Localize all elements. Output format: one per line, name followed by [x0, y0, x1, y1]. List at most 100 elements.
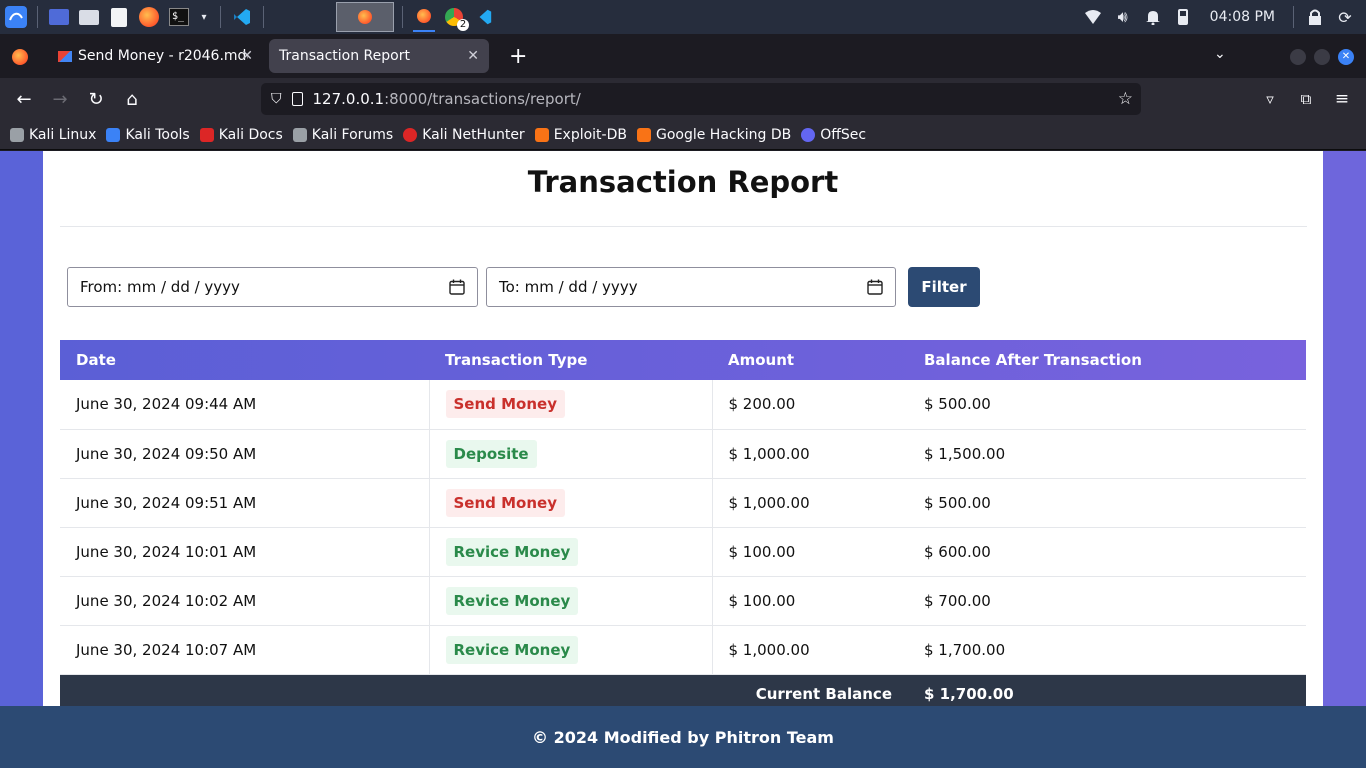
vscode-running-icon[interactable]	[473, 6, 495, 28]
cell-type: Revice Money	[429, 625, 713, 675]
url-path: :8000/transactions/report/	[384, 90, 581, 108]
firefox-running-icon[interactable]	[413, 2, 435, 32]
taskbar-separator	[220, 6, 221, 28]
bookmark-label: Kali NetHunter	[422, 126, 525, 143]
cell-date: June 30, 2024 09:51 AM	[60, 478, 430, 528]
bookmark-kali-nethunter[interactable]: Kali NetHunter	[403, 126, 525, 143]
calendar-icon[interactable]	[867, 279, 883, 295]
to-date-input[interactable]: To: mm / dd / yyyy	[486, 267, 896, 307]
filter-button[interactable]: Filter	[908, 267, 980, 307]
firefox-view-icon[interactable]	[12, 49, 28, 65]
vscode-icon[interactable]	[231, 6, 253, 28]
bookmark-kali-docs[interactable]: Kali Docs	[199, 127, 283, 143]
reload-button[interactable]: ↻	[78, 83, 114, 115]
chevron-down-icon[interactable]: ▾	[198, 6, 210, 28]
kali-docs-icon	[199, 127, 214, 142]
taskbar-separator	[1293, 6, 1294, 28]
battery-icon[interactable]	[1172, 6, 1194, 28]
table-row: June 30, 2024 09:51 AM Send Money $ 1,00…	[60, 478, 1306, 528]
bookmark-kali-tools[interactable]: Kali Tools	[106, 127, 190, 143]
cell-balance: $ 1,500.00	[908, 429, 1306, 479]
table-row: June 30, 2024 10:02 AM Revice Money $ 10…	[60, 576, 1306, 626]
table-row: June 30, 2024 09:50 AM Deposite $ 1,000.…	[60, 429, 1306, 479]
column-header-type: Transaction Type	[445, 351, 588, 369]
lock-icon[interactable]	[1304, 6, 1326, 28]
bookmark-kali-linux[interactable]: Kali Linux	[10, 127, 96, 143]
bookmark-label: Google Hacking DB	[655, 126, 792, 143]
browser-tab-strip: Send Money - r2046.md@ ✕ Transaction Rep…	[0, 34, 1366, 78]
notification-bell-icon[interactable]	[1142, 6, 1164, 28]
cell-amount: $ 100.00	[712, 527, 908, 577]
menu-icon[interactable]: ≡	[1324, 83, 1360, 115]
tab-label: Transaction Report	[279, 48, 410, 64]
kali-menu-icon[interactable]	[5, 6, 27, 28]
bookmark-offsec[interactable]: OffSec	[801, 127, 866, 143]
volume-icon[interactable]: 🔊︎	[1112, 6, 1134, 28]
files-icon[interactable]	[78, 6, 100, 28]
back-button[interactable]: ←	[6, 83, 42, 115]
close-window-button[interactable]: ✕	[1338, 49, 1354, 65]
to-date-text: To: mm / dd / yyyy	[499, 278, 638, 296]
report-card: Transaction Report From: mm / dd / yyyy …	[43, 151, 1323, 714]
terminal-icon[interactable]: $_	[168, 6, 190, 28]
type-badge: Revice Money	[445, 537, 579, 566]
maximize-button[interactable]	[1314, 49, 1330, 65]
kali-forums-icon	[292, 127, 307, 142]
table-row: June 30, 2024 09:44 AM Send Money $ 200.…	[60, 380, 1306, 430]
taskbar-window-firefox[interactable]	[336, 2, 394, 32]
bookmark-label: Exploit-DB	[553, 126, 627, 143]
clock[interactable]: 04:08 PM	[1210, 9, 1275, 25]
bookmark-google-hacking-db[interactable]: Google Hacking DB	[636, 126, 792, 143]
home-button[interactable]: ⌂	[114, 83, 150, 115]
calendar-icon[interactable]	[449, 279, 465, 295]
logout-icon[interactable]: ⟳	[1334, 6, 1356, 28]
url-bar[interactable]: ⛉ 127.0.0.1:8000/transactions/report/ ☆	[261, 83, 1141, 115]
forward-button[interactable]: →	[42, 83, 78, 115]
from-date-input[interactable]: From: mm / dd / yyyy	[67, 267, 478, 307]
new-tab-button[interactable]: +	[509, 44, 527, 69]
cell-date: June 30, 2024 10:07 AM	[60, 625, 430, 675]
kali-linux-icon	[10, 127, 24, 142]
minimize-button[interactable]	[1290, 49, 1306, 65]
chrome-icon[interactable]: 2	[443, 6, 469, 31]
offsec-icon	[801, 127, 816, 142]
cell-type: Revice Money	[429, 527, 713, 577]
table-header-row: Date Transaction Type Amount Balance Aft…	[60, 340, 1306, 380]
bookmarks-toolbar: Kali Linux Kali Tools Kali Docs Kali For…	[0, 120, 1366, 150]
bookmark-label: OffSec	[820, 126, 867, 143]
type-badge: Send Money	[445, 488, 565, 517]
type-badge: Revice Money	[445, 635, 579, 664]
page-info-icon[interactable]	[291, 92, 303, 106]
kali-tools-icon	[106, 127, 121, 142]
tracking-shield-icon[interactable]: ⛉	[271, 91, 282, 107]
text-editor-icon[interactable]	[108, 6, 130, 28]
browser-navbar: ← → ↻ ⌂ ⛉ 127.0.0.1:8000/transactions/re…	[0, 78, 1366, 120]
cell-date: June 30, 2024 09:44 AM	[60, 380, 430, 430]
cell-amount: $ 1,000.00	[712, 625, 908, 675]
bookmark-star-icon[interactable]: ☆	[1118, 89, 1133, 109]
pocket-icon[interactable]: ▿	[1252, 83, 1288, 115]
wifi-icon[interactable]	[1082, 6, 1104, 28]
bookmark-kali-forums[interactable]: Kali Forums	[292, 127, 393, 143]
workspace-icon[interactable]	[48, 6, 70, 28]
taskbar-window-blank[interactable]	[274, 3, 330, 31]
taskbar-separator	[402, 6, 403, 28]
cell-amount: $ 1,000.00	[712, 478, 908, 528]
column-header-amount: Amount	[728, 351, 795, 369]
close-tab-icon[interactable]: ✕	[241, 48, 253, 64]
tab-transaction-report[interactable]: Transaction Report ✕	[269, 39, 489, 73]
firefox-icon[interactable]	[138, 6, 160, 28]
tab-label: Send Money - r2046.md@	[78, 48, 248, 64]
tab-send-money[interactable]: Send Money - r2046.md@ ✕	[48, 39, 263, 73]
extensions-icon[interactable]: ⧉	[1288, 83, 1324, 115]
cell-date: June 30, 2024 10:02 AM	[60, 576, 430, 626]
tab-list-chevron-icon[interactable]: ⌄	[1214, 46, 1226, 62]
cell-balance: $ 1,700.00	[908, 625, 1306, 675]
bookmark-exploit-db[interactable]: Exploit-DB	[534, 126, 627, 143]
column-header-date: Date	[76, 351, 116, 369]
page-title: Transaction Report	[527, 165, 839, 199]
firefox-icon	[358, 10, 372, 24]
window-count-badge: 2	[457, 19, 469, 31]
cell-date: June 30, 2024 10:01 AM	[60, 527, 430, 577]
close-tab-icon[interactable]: ✕	[467, 48, 479, 64]
